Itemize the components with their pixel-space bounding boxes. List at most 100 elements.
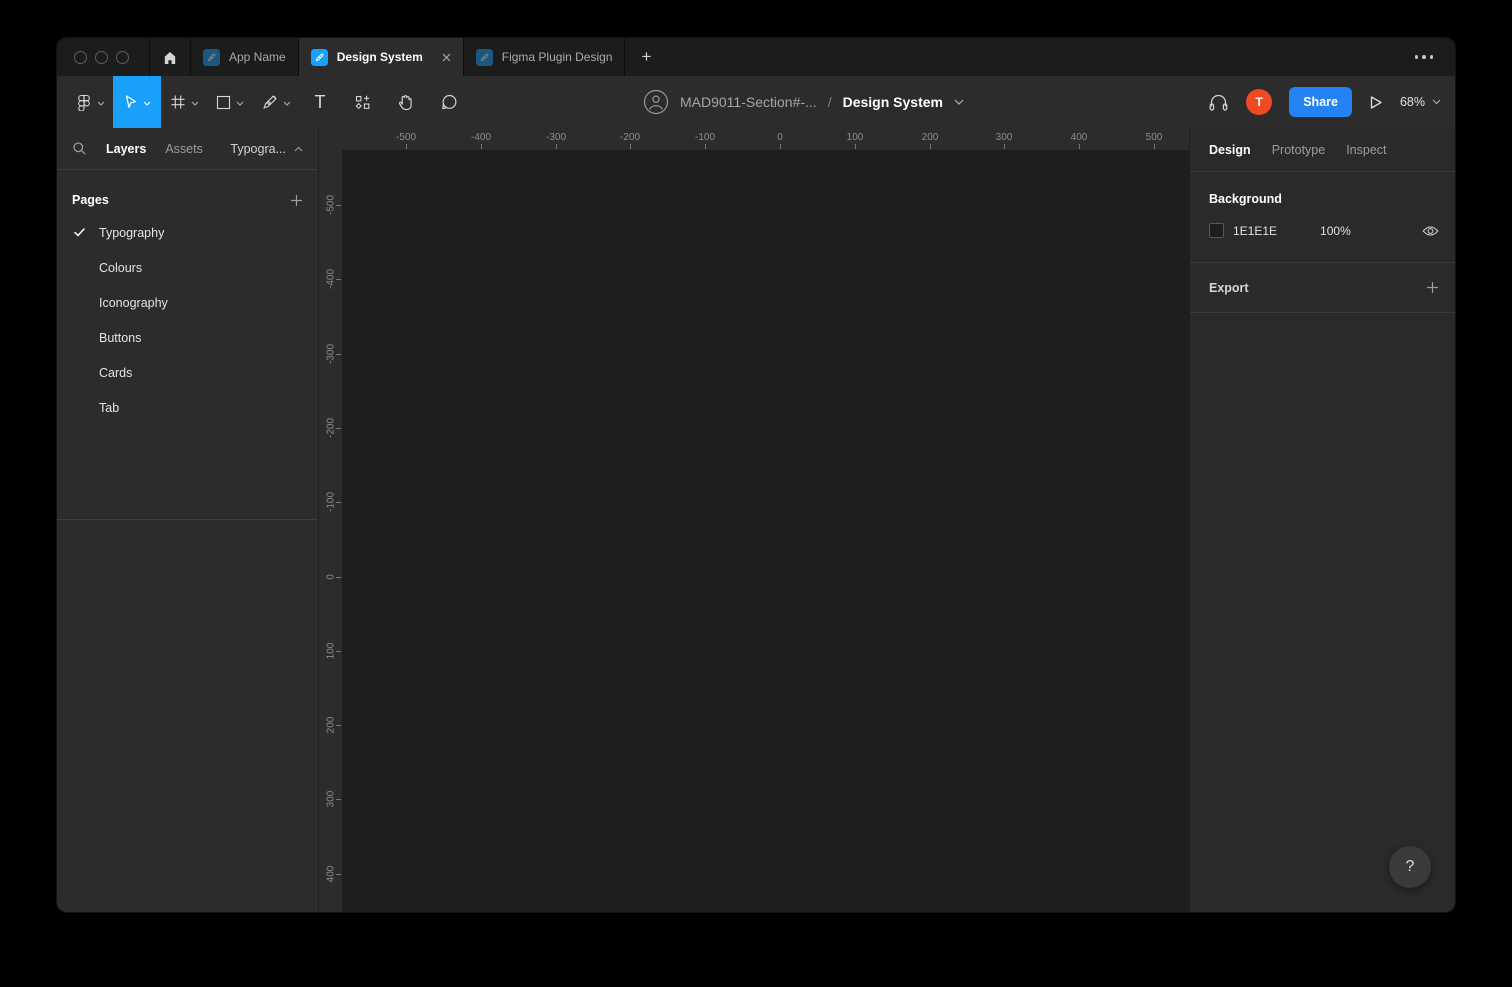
pen-tool-button[interactable] [253, 76, 299, 128]
figma-logo-icon [76, 94, 92, 111]
ruler-label: -200 [620, 132, 640, 143]
chevron-down-icon [191, 101, 199, 106]
zoom-level-control[interactable]: 68% [1400, 95, 1441, 109]
ruler-tick [336, 799, 341, 800]
export-section: Export [1190, 263, 1455, 313]
close-window-button[interactable] [74, 51, 87, 64]
user-avatar[interactable]: T [1246, 89, 1272, 115]
ruler-label: 0 [777, 132, 783, 143]
breadcrumb-project-name[interactable]: MAD9011-Section#-... [680, 94, 817, 110]
ruler-tick [336, 874, 341, 875]
ruler-tick [930, 144, 931, 149]
background-section-header: Background [1209, 192, 1439, 206]
tab-design-system[interactable]: Design System [299, 38, 463, 76]
hand-icon [396, 93, 414, 112]
background-hex-value[interactable]: 1E1E1E [1233, 224, 1277, 238]
window-tabbar: App Name Design System Figma Plugin Desi… [57, 38, 1455, 76]
ruler-label: -100 [695, 132, 715, 143]
ruler-label: -500 [396, 132, 416, 143]
ruler-label: 400 [1071, 132, 1088, 143]
home-button[interactable] [150, 38, 190, 76]
frame-tool-button[interactable] [161, 76, 207, 128]
ruler-label: 200 [922, 132, 939, 143]
component-shapes-icon [354, 94, 371, 111]
close-tab-icon[interactable] [442, 53, 451, 62]
ruler-tick [336, 354, 341, 355]
ruler-tick [556, 144, 557, 149]
ruler-tick [780, 144, 781, 149]
new-tab-button[interactable]: + [625, 38, 667, 76]
page-dropdown[interactable]: Typogra... [230, 142, 303, 156]
zoom-level-value: 68% [1400, 95, 1425, 109]
audio-headphones-icon[interactable] [1208, 93, 1229, 112]
breadcrumb-file-name[interactable]: Design System [843, 94, 943, 110]
tab-label: Design System [337, 50, 423, 64]
ruler-label: -300 [325, 344, 336, 364]
tab-app-name[interactable]: App Name [191, 38, 298, 76]
ruler-label: 500 [1146, 132, 1163, 143]
figma-file-icon [311, 49, 328, 66]
cursor-icon [123, 94, 138, 110]
export-section-header: Export [1209, 281, 1249, 295]
more-options-icon[interactable] [1415, 55, 1434, 59]
comment-tool-button[interactable] [427, 76, 471, 128]
layers-sidebar: Layers Assets Typogra... Pages Typograph… [57, 128, 319, 912]
ruler-tick [336, 651, 341, 652]
figma-file-icon [476, 49, 493, 66]
add-export-icon[interactable] [1426, 281, 1439, 294]
page-item-tab[interactable]: Tab [57, 390, 318, 425]
breadcrumb-separator: / [828, 94, 832, 110]
page-item-colours[interactable]: Colours [57, 250, 318, 285]
tab-prototype[interactable]: Prototype [1272, 143, 1326, 157]
tab-inspect[interactable]: Inspect [1346, 143, 1386, 157]
window-controls [57, 38, 149, 76]
shape-tool-button[interactable] [207, 76, 253, 128]
main-menu-button[interactable] [67, 76, 113, 128]
tab-figma-plugin-design[interactable]: Figma Plugin Design [464, 38, 625, 76]
toolbar: T [57, 76, 1455, 128]
ruler-label: -400 [325, 269, 336, 289]
tab-design[interactable]: Design [1209, 143, 1251, 157]
present-play-icon[interactable] [1369, 95, 1383, 110]
search-icon[interactable] [72, 141, 87, 156]
resources-tool-button[interactable] [341, 76, 383, 128]
help-button[interactable]: ? [1389, 846, 1431, 888]
share-button[interactable]: Share [1289, 87, 1352, 117]
ruler-label: 100 [847, 132, 864, 143]
page-item-cards[interactable]: Cards [57, 355, 318, 390]
ruler-tick [336, 502, 341, 503]
ruler-tick [336, 205, 341, 206]
minimize-window-button[interactable] [95, 51, 108, 64]
chevron-down-icon[interactable] [954, 99, 964, 105]
visibility-eye-icon[interactable] [1422, 225, 1439, 237]
divider [57, 519, 318, 520]
ruler-tick [336, 279, 341, 280]
text-tool-button[interactable]: T [299, 76, 341, 128]
pen-icon [261, 94, 278, 111]
ruler-tick [406, 144, 407, 149]
background-opacity-value[interactable]: 100% [1320, 224, 1351, 238]
add-page-icon[interactable] [290, 194, 303, 207]
pages-header: Pages [72, 193, 109, 207]
ruler-label: -300 [546, 132, 566, 143]
chevron-down-icon [236, 101, 244, 106]
page-item-typography[interactable]: Typography [57, 215, 318, 250]
ruler-tick [1079, 144, 1080, 149]
page-item-buttons[interactable]: Buttons [57, 320, 318, 355]
background-color-swatch[interactable] [1209, 223, 1224, 238]
page-item-iconography[interactable]: Iconography [57, 285, 318, 320]
hand-tool-button[interactable] [383, 76, 427, 128]
comment-bubble-icon [440, 93, 458, 111]
ruler-tick [1004, 144, 1005, 149]
zoom-window-button[interactable] [116, 51, 129, 64]
ruler-label: -200 [325, 418, 336, 438]
rectangle-icon [216, 95, 231, 110]
tab-assets[interactable]: Assets [165, 142, 203, 156]
move-tool-button[interactable] [113, 76, 161, 128]
canvas[interactable]: -500-400-300-200-1000100200300400500 -50… [319, 128, 1189, 912]
tab-label: App Name [229, 50, 286, 64]
ruler-tick [630, 144, 631, 149]
tab-layers[interactable]: Layers [106, 142, 146, 156]
ruler-label: 200 [325, 717, 336, 734]
project-avatar-icon[interactable] [643, 89, 669, 115]
